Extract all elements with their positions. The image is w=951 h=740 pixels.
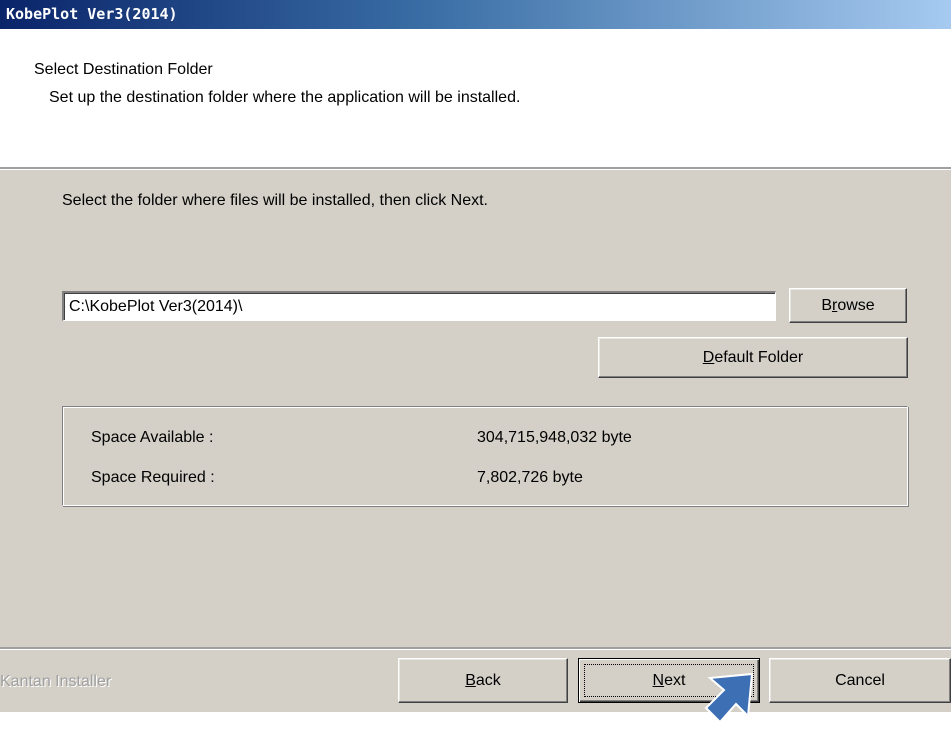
browse-label-post: owse [837, 296, 875, 314]
space-available-value: 304,715,948,032 byte [477, 429, 632, 446]
space-available-label: Space Available : [91, 429, 214, 446]
cancel-button[interactable]: Cancel [769, 658, 951, 703]
window-title: KobePlot Ver3(2014) [6, 5, 178, 23]
back-button[interactable]: Back [398, 658, 568, 703]
space-required-label: Space Required : [91, 469, 215, 486]
space-required-value: 7,802,726 byte [477, 469, 583, 486]
back-label-key: B [465, 671, 476, 689]
instruction-text: Select the folder where files will be in… [62, 192, 488, 209]
browse-label-pre: B [821, 296, 832, 314]
default-folder-label-key: D [702, 348, 715, 366]
default-folder-button[interactable]: Default Folder [598, 337, 908, 378]
destination-path-input[interactable] [62, 291, 776, 321]
page-subtitle: Set up the destination folder where the … [49, 89, 521, 106]
arrow-pointer-icon [704, 672, 754, 724]
next-label-post: ext [664, 671, 686, 689]
browse-button[interactable]: Br owse [789, 288, 907, 323]
cancel-label: Cancel [835, 671, 885, 689]
page-title: Select Destination Folder [34, 61, 213, 78]
installer-brand: Kantan Installer [0, 673, 112, 690]
back-label-post: ack [475, 671, 501, 689]
next-label-key: N [652, 671, 665, 689]
disk-space-group [62, 406, 908, 506]
default-folder-label-post: efault Folder [714, 348, 804, 366]
